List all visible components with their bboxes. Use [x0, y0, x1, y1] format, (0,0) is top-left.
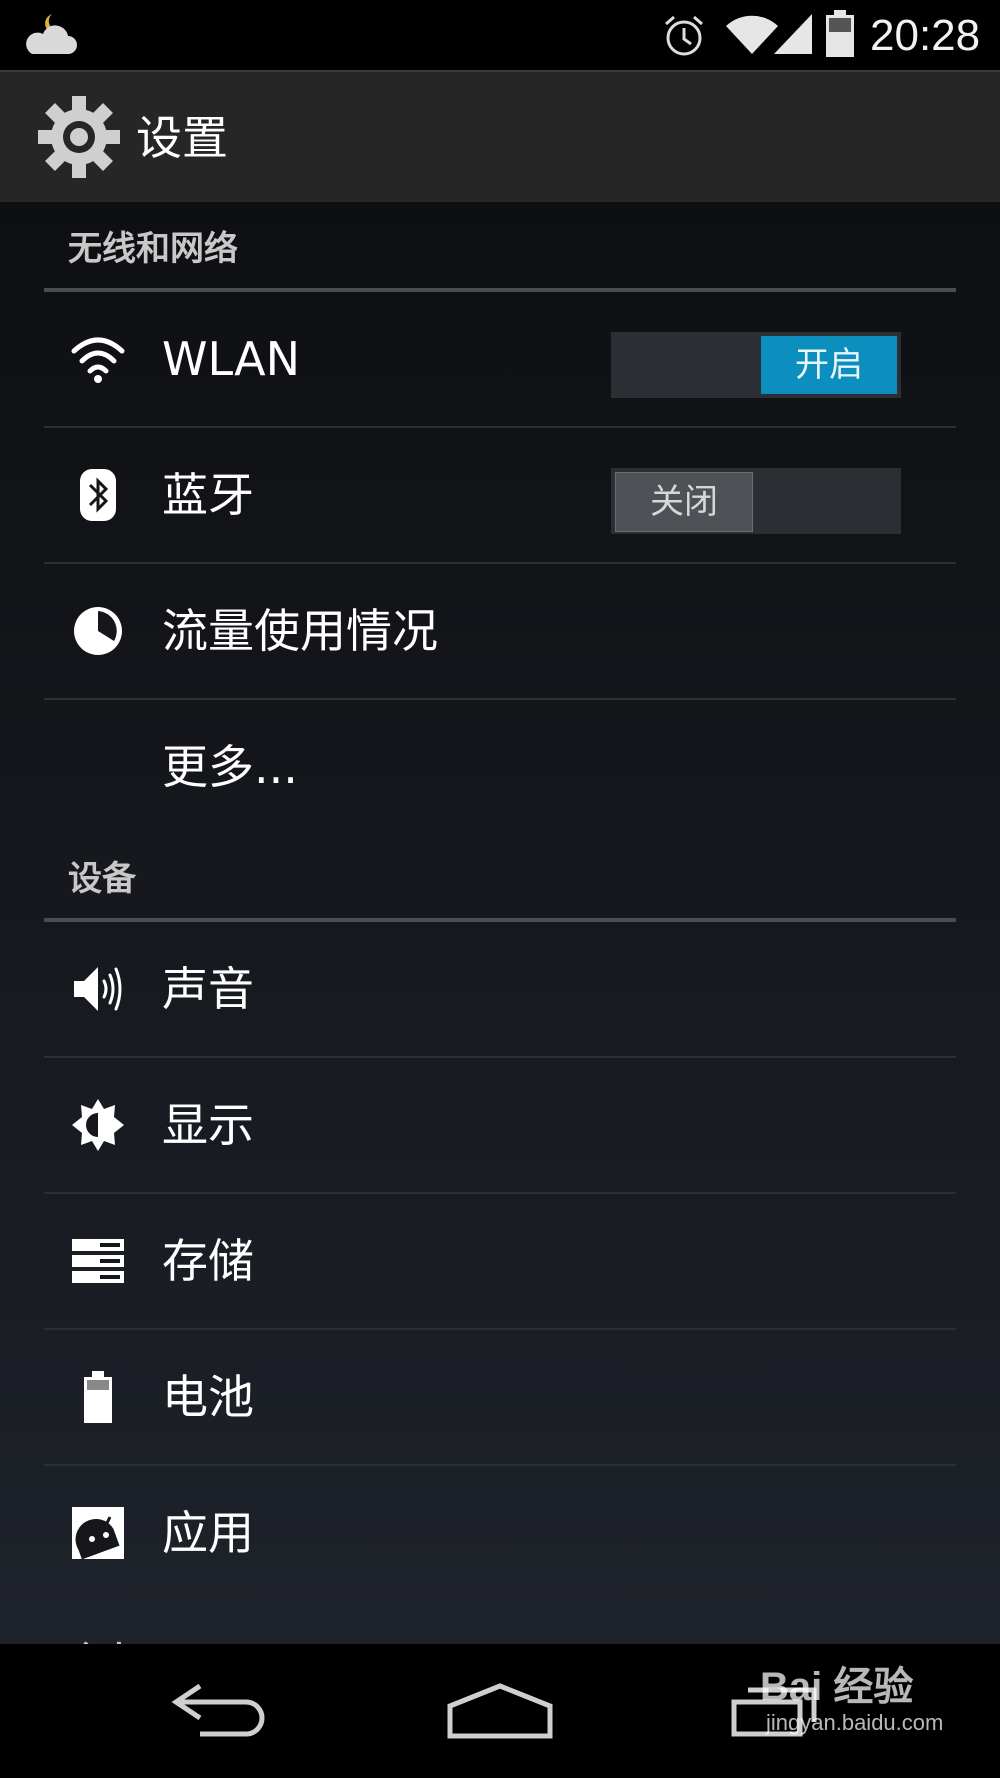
status-bar: 20:28 — [0, 0, 1000, 70]
settings-item-wlan[interactable]: WLAN 开启 — [44, 292, 956, 428]
action-bar: 设置 — [0, 70, 1000, 204]
settings-item-label: 电池 — [162, 1370, 254, 1424]
cell-signal-icon — [774, 14, 812, 54]
apps-android-icon — [72, 1507, 124, 1560]
settings-item-label: WLAN — [162, 332, 301, 386]
section-header-label: 无线和网络 — [68, 229, 238, 269]
settings-item-label: 更多... — [162, 740, 298, 794]
clock: 20:28 — [870, 11, 981, 60]
wlan-toggle[interactable]: 开启 — [611, 332, 901, 398]
settings-item-label: 显示 — [162, 1098, 254, 1152]
settings-item-sound[interactable]: 声音 — [44, 922, 956, 1058]
watermark-url: jingyan.baidu.com — [766, 1710, 944, 1735]
data-usage-icon — [74, 607, 122, 655]
watermark-logo: Bai 经验 — [760, 1665, 914, 1709]
weather-cloud-moon-icon — [26, 14, 77, 54]
settings-item-label: 应用 — [162, 1506, 254, 1560]
battery-icon — [84, 1371, 112, 1423]
section-header-device: 设备 — [44, 836, 956, 922]
settings-item-label: 流量使用情况 — [162, 604, 438, 658]
volume-icon — [74, 967, 122, 1011]
wifi-icon — [71, 337, 125, 383]
settings-item-label: 存储 — [162, 1234, 254, 1288]
section-header-label: 个人 — [68, 1632, 136, 1644]
baidu-watermark: Bai 经验 jingyan.baidu.com — [760, 1664, 943, 1736]
settings-item-storage[interactable]: 存储 — [44, 1194, 956, 1330]
section-header-wireless: 无线和网络 — [44, 202, 956, 292]
settings-item-display[interactable]: 显示 — [44, 1058, 956, 1194]
settings-item-label: 声音 — [162, 962, 254, 1016]
back-icon[interactable] — [170, 1678, 270, 1738]
settings-item-more[interactable]: 更多... — [44, 700, 956, 834]
settings-gear-icon[interactable] — [36, 94, 122, 180]
settings-item-data-usage[interactable]: 流量使用情况 — [44, 564, 956, 700]
settings-list[interactable]: 无线和网络 WLAN 开启 蓝牙 关闭 流量使用情况 更多... 设备 声音 显… — [0, 202, 1000, 1644]
toggle-thumb: 关闭 — [615, 472, 753, 532]
section-header-label: 设备 — [68, 859, 136, 899]
alarm-icon — [665, 15, 703, 56]
settings-item-battery[interactable]: 电池 — [44, 1330, 956, 1466]
toggle-thumb: 开启 — [761, 336, 897, 394]
settings-item-apps[interactable]: 应用 — [44, 1466, 956, 1600]
storage-icon — [72, 1239, 124, 1283]
battery-icon — [826, 10, 854, 57]
bluetooth-icon — [80, 469, 116, 521]
page-title: 设置 — [136, 111, 228, 165]
section-header-personal: 个人 — [44, 1602, 956, 1644]
settings-item-label: 蓝牙 — [162, 468, 254, 522]
home-icon[interactable] — [446, 1682, 554, 1740]
settings-item-bluetooth[interactable]: 蓝牙 关闭 — [44, 428, 956, 564]
navigation-bar: Bai 经验 jingyan.baidu.com — [0, 1644, 1000, 1778]
bluetooth-toggle[interactable]: 关闭 — [611, 468, 901, 534]
brightness-icon — [72, 1099, 124, 1151]
